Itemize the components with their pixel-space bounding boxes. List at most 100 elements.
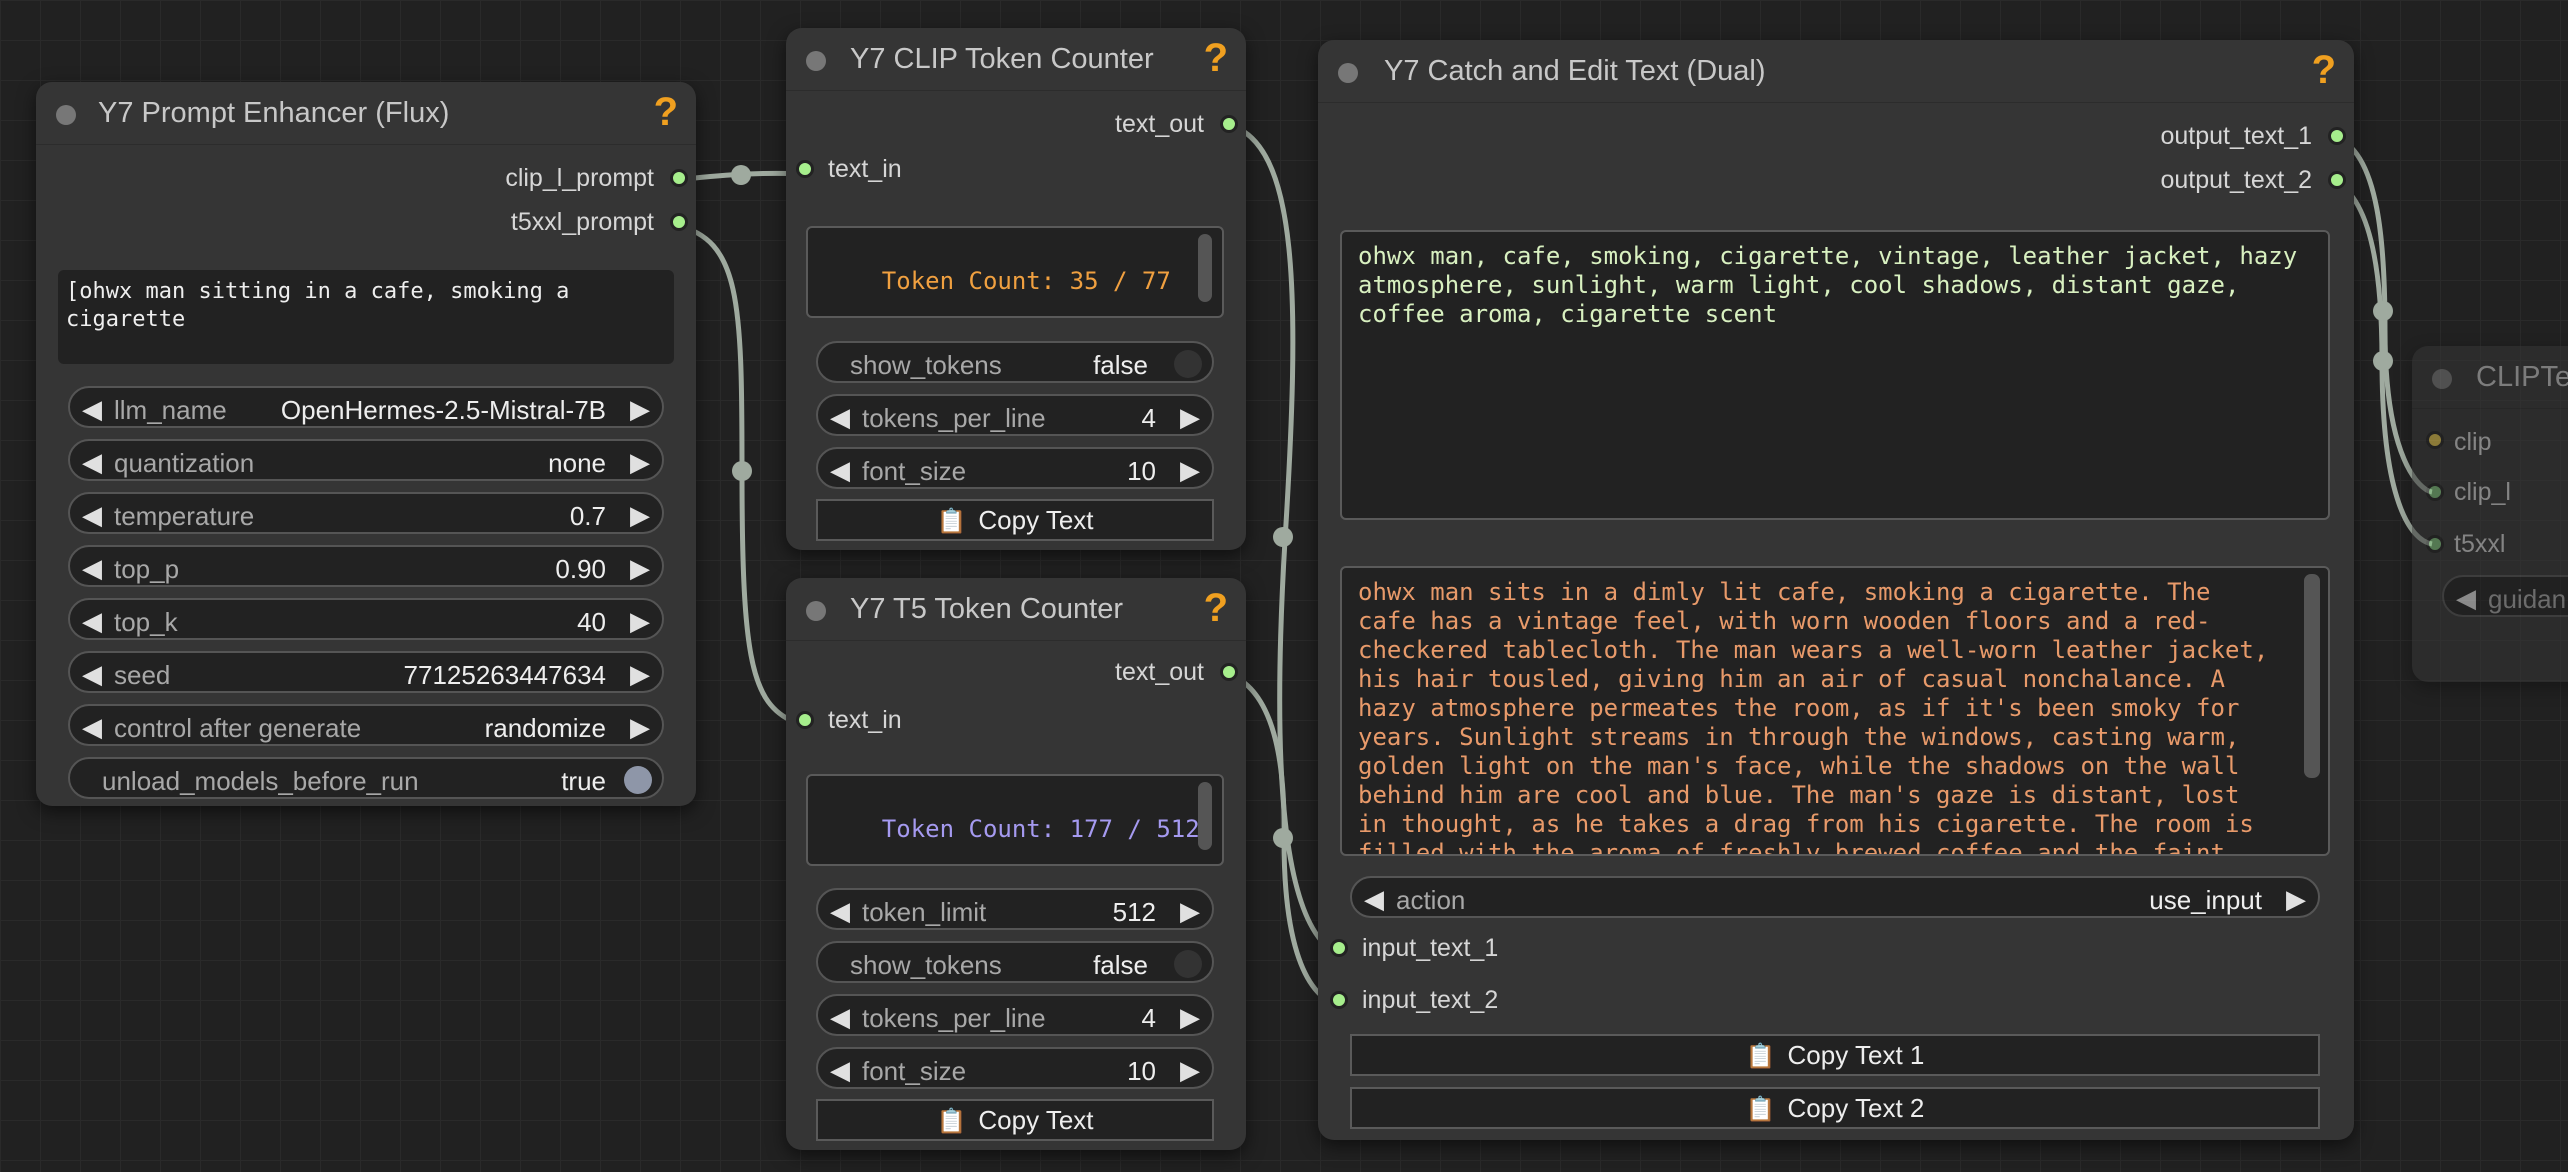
token-limit-widget[interactable]: ◀ token_limit 512 ▶: [816, 888, 1214, 930]
copy-text-1-button[interactable]: 📋 Copy Text 1: [1350, 1034, 2320, 1076]
copy-text-button[interactable]: 📋 Copy Text: [816, 499, 1214, 541]
input-port-dot[interactable]: [1330, 939, 1348, 957]
prompt-textarea[interactable]: [ohwx man sitting in a cafe, smoking a c…: [58, 270, 674, 364]
output-text-1[interactable]: output_text_1: [2160, 122, 2312, 151]
arrow-right-icon[interactable]: ▶: [630, 447, 650, 478]
arrow-right-icon[interactable]: ▶: [630, 553, 650, 584]
control-after-generate-widget[interactable]: ◀ control after generate randomize ▶: [68, 704, 664, 746]
arrow-left-icon[interactable]: ◀: [82, 447, 102, 478]
quantization-widget[interactable]: ◀ quantization none ▶: [68, 439, 664, 481]
output-port-dot[interactable]: [1220, 115, 1238, 133]
input-text-in[interactable]: text_in: [828, 706, 902, 735]
tokens-per-line-widget[interactable]: ◀ tokens_per_line 4 ▶: [816, 394, 1214, 436]
edit-text-2[interactable]: ohwx man sits in a dimly lit cafe, smoki…: [1340, 566, 2330, 856]
arrow-right-icon[interactable]: ▶: [630, 606, 650, 637]
scrollbar[interactable]: [2304, 574, 2320, 778]
output-port-dot[interactable]: [2328, 127, 2346, 145]
t5-token-counter-node[interactable]: Y7 T5 Token Counter ? text_out text_in T…: [786, 578, 1246, 1150]
catch-edit-text-node[interactable]: Y7 Catch and Edit Text (Dual) ? output_t…: [1318, 40, 2354, 1140]
arrow-right-icon[interactable]: ▶: [1180, 1055, 1200, 1086]
output-text-2[interactable]: output_text_2: [2160, 166, 2312, 195]
output-port-dot[interactable]: [670, 213, 688, 231]
top-p-widget[interactable]: ◀ top_p 0.90 ▶: [68, 545, 664, 587]
output-port-dot[interactable]: [670, 169, 688, 187]
action-widget[interactable]: ◀ action use_input ▶: [1350, 876, 2320, 918]
input-t5xxl[interactable]: t5xxl: [2454, 530, 2505, 559]
arrow-right-icon[interactable]: ▶: [630, 712, 650, 743]
arrow-left-icon[interactable]: ◀: [82, 659, 102, 690]
arrow-left-icon[interactable]: ◀: [830, 1002, 850, 1033]
arrow-right-icon[interactable]: ▶: [630, 394, 650, 425]
input-text-1[interactable]: input_text_1: [1362, 934, 1498, 963]
collapse-dot[interactable]: [806, 51, 826, 71]
help-icon[interactable]: ?: [1204, 586, 1228, 631]
collapse-dot[interactable]: [56, 105, 76, 125]
copy-text-2-button[interactable]: 📋 Copy Text 2: [1350, 1087, 2320, 1129]
output-port-dot[interactable]: [1220, 663, 1238, 681]
tokens-per-line-widget[interactable]: ◀ tokens_per_line 4 ▶: [816, 994, 1214, 1036]
collapse-dot[interactable]: [2432, 369, 2452, 389]
collapse-dot[interactable]: [1338, 63, 1358, 83]
input-port-dot[interactable]: [796, 160, 814, 178]
arrow-left-icon[interactable]: ◀: [82, 500, 102, 531]
llm-name-widget[interactable]: ◀ llm_name OpenHermes-2.5-Mistral-7B ▶: [68, 386, 664, 428]
temperature-widget[interactable]: ◀ temperature 0.7 ▶: [68, 492, 664, 534]
edit-text-1[interactable]: ohwx man, cafe, smoking, cigarette, vint…: [1340, 230, 2330, 520]
show-tokens-toggle[interactable]: show_tokens false: [816, 941, 1214, 983]
collapse-dot[interactable]: [806, 601, 826, 621]
input-port-dot[interactable]: [2426, 535, 2444, 553]
clip-token-counter-node[interactable]: Y7 CLIP Token Counter ? text_out text_in…: [786, 28, 1246, 550]
node-header[interactable]: Y7 Prompt Enhancer (Flux) ?: [36, 82, 696, 145]
input-port-dot[interactable]: [2426, 483, 2444, 501]
unload-models-toggle[interactable]: unload_models_before_run true: [68, 757, 664, 799]
output-text-out[interactable]: text_out: [1115, 110, 1204, 139]
input-clip-l[interactable]: clip_l: [2454, 478, 2511, 507]
help-icon[interactable]: ?: [2312, 48, 2336, 93]
arrow-left-icon[interactable]: ◀: [830, 455, 850, 486]
clip-text-encode-node[interactable]: CLIPTe clip clip_l t5xxl ◀ guidan: [2412, 346, 2568, 682]
arrow-left-icon[interactable]: ◀: [830, 896, 850, 927]
arrow-left-icon[interactable]: ◀: [2456, 583, 2476, 614]
input-clip[interactable]: clip: [2454, 428, 2492, 457]
arrow-left-icon[interactable]: ◀: [1364, 884, 1384, 915]
output-clip-l-prompt[interactable]: clip_l_prompt: [505, 164, 654, 193]
input-port-dot[interactable]: [2426, 431, 2444, 449]
copy-text-button[interactable]: 📋 Copy Text: [816, 1099, 1214, 1141]
arrow-right-icon[interactable]: ▶: [1180, 455, 1200, 486]
font-size-widget[interactable]: ◀ font_size 10 ▶: [816, 447, 1214, 489]
node-header[interactable]: Y7 CLIP Token Counter ?: [786, 28, 1246, 91]
arrow-left-icon[interactable]: ◀: [82, 606, 102, 637]
arrow-left-icon[interactable]: ◀: [82, 553, 102, 584]
arrow-right-icon[interactable]: ▶: [630, 500, 650, 531]
arrow-left-icon[interactable]: ◀: [82, 712, 102, 743]
input-text-in[interactable]: text_in: [828, 155, 902, 184]
font-size-widget[interactable]: ◀ font_size 10 ▶: [816, 1047, 1214, 1089]
top-k-widget[interactable]: ◀ top_k 40 ▶: [68, 598, 664, 640]
arrow-left-icon[interactable]: ◀: [82, 394, 102, 425]
output-port-dot[interactable]: [2328, 171, 2346, 189]
prompt-enhancer-node[interactable]: Y7 Prompt Enhancer (Flux) ? clip_l_promp…: [36, 82, 696, 806]
help-icon[interactable]: ?: [654, 90, 678, 135]
help-icon[interactable]: ?: [1204, 36, 1228, 81]
arrow-right-icon[interactable]: ▶: [2286, 884, 2306, 915]
output-text-out[interactable]: text_out: [1115, 658, 1204, 687]
arrow-right-icon[interactable]: ▶: [630, 659, 650, 690]
arrow-left-icon[interactable]: ◀: [830, 1055, 850, 1086]
toggle-knob[interactable]: [1174, 350, 1202, 378]
arrow-right-icon[interactable]: ▶: [1180, 402, 1200, 433]
node-header[interactable]: Y7 Catch and Edit Text (Dual) ?: [1318, 40, 2354, 103]
guidance-widget[interactable]: ◀ guidan: [2442, 575, 2568, 617]
toggle-knob[interactable]: [624, 766, 652, 794]
toggle-knob[interactable]: [1174, 950, 1202, 978]
input-port-dot[interactable]: [796, 711, 814, 729]
scrollbar[interactable]: [1198, 782, 1212, 850]
node-header[interactable]: Y7 T5 Token Counter ?: [786, 578, 1246, 641]
arrow-right-icon[interactable]: ▶: [1180, 1002, 1200, 1033]
scrollbar[interactable]: [1198, 234, 1212, 302]
arrow-left-icon[interactable]: ◀: [830, 402, 850, 433]
node-header[interactable]: CLIPTe: [2412, 346, 2568, 409]
output-t5xxl-prompt[interactable]: t5xxl_prompt: [511, 208, 654, 237]
seed-widget[interactable]: ◀ seed 77125263447634 ▶: [68, 651, 664, 693]
input-text-2[interactable]: input_text_2: [1362, 986, 1498, 1015]
show-tokens-toggle[interactable]: show_tokens false: [816, 341, 1214, 383]
